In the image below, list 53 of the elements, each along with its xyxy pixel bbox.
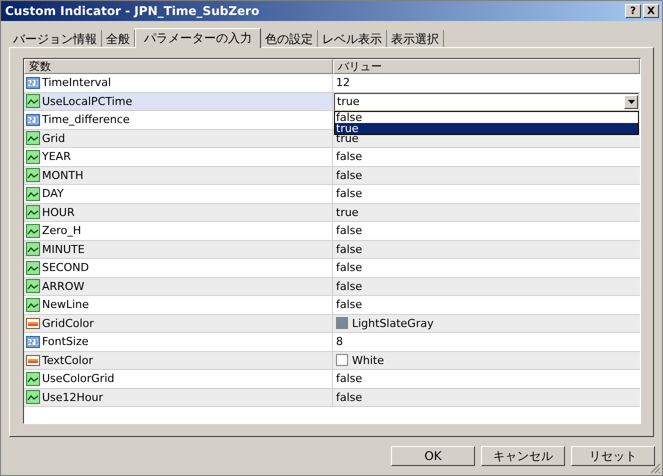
parameter-name[interactable]: TextColor	[24, 352, 333, 369]
palette-icon	[26, 316, 40, 330]
parameter-value[interactable]: White	[352, 354, 384, 367]
parameter-name[interactable]: Use12Hour	[24, 388, 333, 406]
help-button[interactable]: ?	[625, 4, 641, 18]
parameter-value[interactable]: LightSlateGray	[352, 316, 434, 330]
parameter-name[interactable]: TimeInterval	[24, 74, 333, 92]
palette-icon	[26, 353, 40, 368]
parameter-name[interactable]: FontSize	[24, 333, 333, 350]
parameter-name[interactable]: ARROW	[24, 278, 333, 295]
parameter-name[interactable]: UseLocalPCTime	[24, 92, 333, 110]
ok-button[interactable]: OK	[391, 446, 475, 466]
parameter-value[interactable]: false	[336, 150, 362, 164]
parameter-value[interactable]: false	[336, 168, 362, 182]
parameter-value[interactable]: true	[336, 206, 359, 219]
value-dropdown[interactable]: true	[334, 92, 639, 110]
parameter-value[interactable]: 8	[336, 335, 343, 348]
parameter-name[interactable]: YEAR	[24, 148, 333, 166]
tab[interactable]: バージョン情報	[9, 30, 102, 47]
parameter-value[interactable]: false	[336, 224, 362, 238]
tab[interactable]: 表示選択	[387, 30, 444, 47]
parameter-name[interactable]: DAY	[24, 185, 333, 202]
tab[interactable]: 色の設定	[261, 30, 318, 47]
resize-grip-icon[interactable]	[650, 463, 661, 474]
parameter-value[interactable]: 12	[336, 76, 350, 90]
parameter-value[interactable]: false	[336, 242, 362, 256]
parameter-value[interactable]: false	[336, 187, 362, 200]
parameter-value[interactable]: true	[336, 132, 359, 145]
parameter-value[interactable]: false	[336, 390, 362, 404]
column-header[interactable]: 変数	[24, 59, 333, 74]
tab[interactable]: パラメーターの入力	[135, 28, 261, 48]
parameter-name[interactable]: NewLine	[24, 296, 333, 314]
column-header[interactable]: バリュー	[333, 59, 640, 74]
dropdown-option[interactable]: true	[335, 122, 638, 134]
parameter-name[interactable]: GridColor	[24, 314, 333, 332]
parameter-name[interactable]: Zero_H	[24, 222, 333, 240]
parameter-name[interactable]: UseColorGrid	[24, 370, 333, 388]
parameter-value[interactable]: false	[336, 280, 362, 293]
parameter-name[interactable]: MONTH	[24, 166, 333, 184]
parameter-value[interactable]: false	[336, 261, 362, 274]
parameter-name[interactable]: HOUR	[24, 204, 333, 221]
window-title: Custom Indicator - JPN_Time_SubZero	[5, 4, 260, 18]
tab[interactable]: レベル表示	[318, 30, 387, 47]
parameter-name[interactable]: Time_difference	[24, 111, 333, 128]
parameter-name[interactable]: SECOND	[24, 259, 333, 276]
parameter-name[interactable]: Grid	[24, 130, 333, 147]
close-button[interactable]: X	[643, 4, 659, 18]
parameter-value[interactable]: false	[336, 372, 362, 386]
reset-button[interactable]: リセット	[571, 446, 655, 466]
cancel-button[interactable]: キャンセル	[481, 446, 565, 466]
parameter-value[interactable]: false	[336, 298, 362, 312]
dropdown-option[interactable]: false	[335, 112, 638, 122]
parameter-name[interactable]: MINUTE	[24, 240, 333, 258]
